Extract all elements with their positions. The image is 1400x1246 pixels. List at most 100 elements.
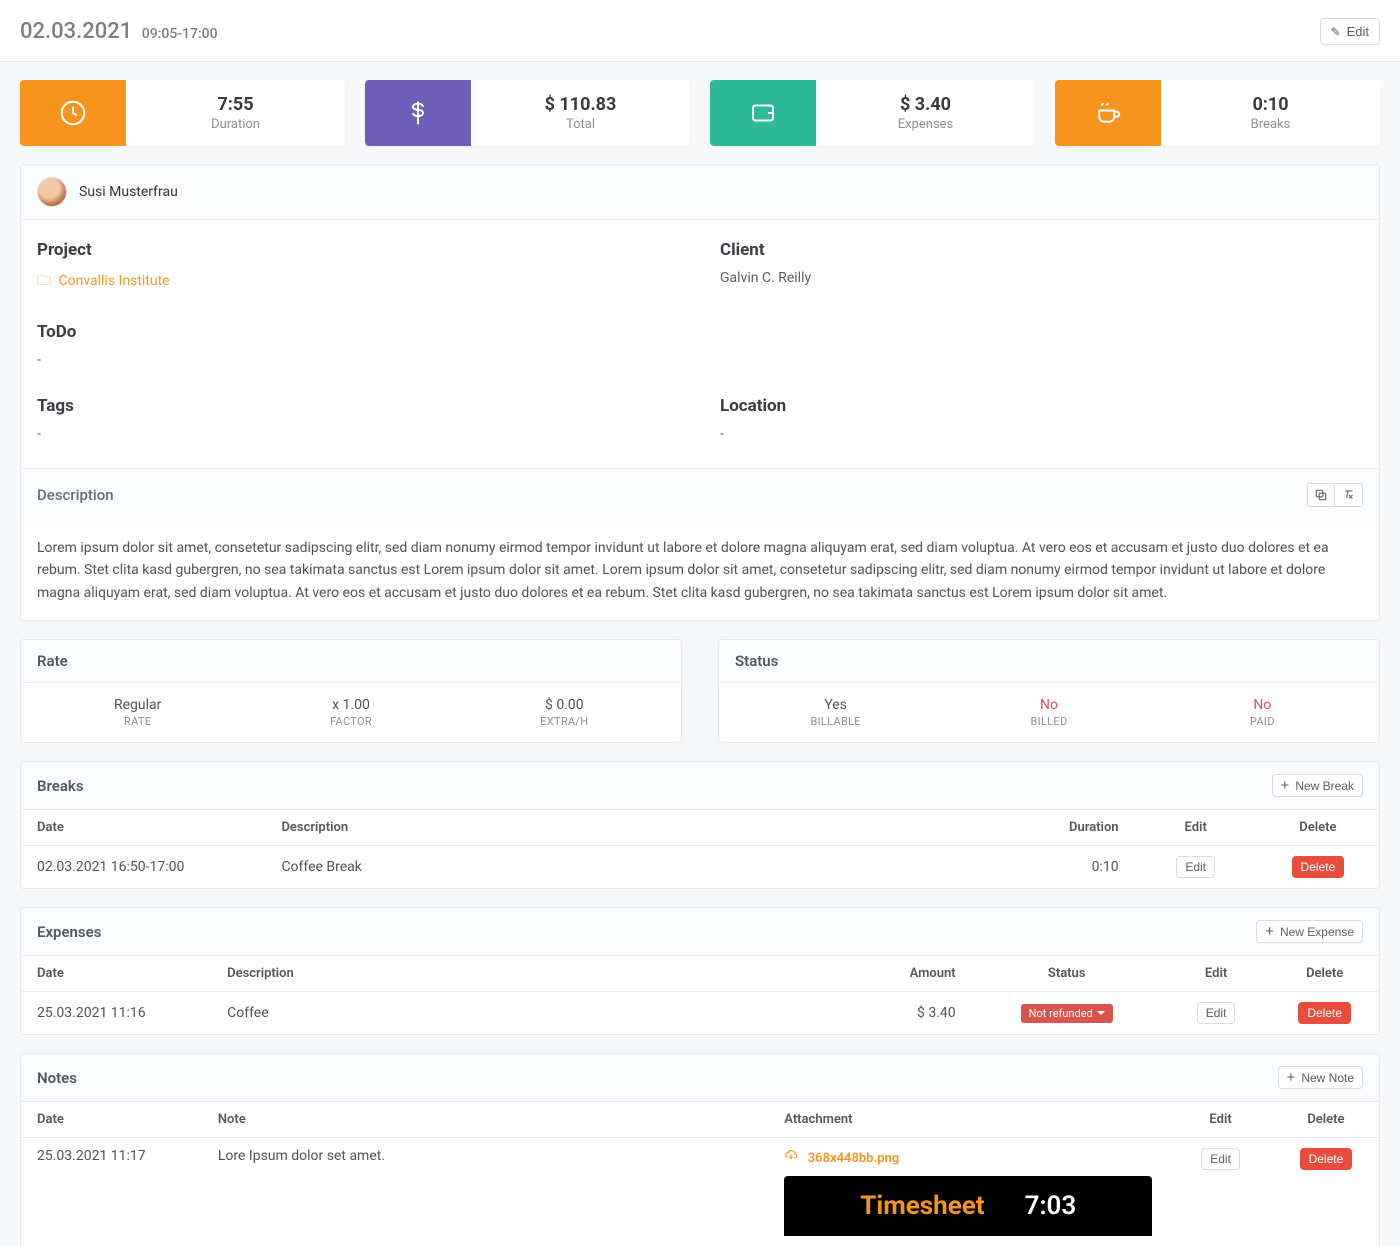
- break-dur: 0:10: [972, 846, 1135, 889]
- caret-down-icon: [1097, 1011, 1105, 1015]
- rate-regular-value: Regular: [31, 697, 244, 713]
- attachment-preview: Timesheet 7:03: [784, 1176, 1152, 1236]
- stat-expenses-label: Expenses: [898, 117, 954, 132]
- folder-icon: 🗀: [37, 273, 51, 289]
- rate-extra-value: $ 0.00: [458, 697, 671, 713]
- expenses-col-desc: Description: [211, 956, 781, 992]
- preview-text-left: Timesheet: [860, 1191, 984, 1221]
- stat-breaks: 0:10 Breaks: [1055, 80, 1380, 146]
- attachment-link[interactable]: 368x448bb.png: [808, 1151, 899, 1166]
- stat-expenses-value: $ 3.40: [900, 94, 951, 115]
- plus-icon: +: [1287, 1070, 1296, 1085]
- plus-icon: +: [1265, 924, 1274, 939]
- dollar-icon: [365, 80, 471, 146]
- rate-factor-label: FACTOR: [244, 715, 457, 728]
- breaks-label: Breaks: [37, 777, 84, 795]
- rate-regular-label: RATE: [31, 715, 244, 728]
- stat-total-value: $ 110.83: [545, 94, 617, 115]
- new-expense-button[interactable]: + New Expense: [1256, 920, 1363, 943]
- tags-value: -: [37, 426, 680, 442]
- breaks-col-date: Date: [21, 810, 265, 846]
- location-label: Location: [720, 396, 1363, 416]
- new-expense-label: New Expense: [1280, 925, 1354, 939]
- expenses-table: Date Description Amount Status Edit Dele…: [21, 956, 1379, 1034]
- edit-button-label: Edit: [1347, 24, 1369, 39]
- tags-label: Tags: [37, 396, 680, 416]
- notes-panel: Notes + New Note Date Note Attachment Ed…: [20, 1053, 1380, 1246]
- expenses-label: Expenses: [37, 923, 101, 941]
- description-text: Lorem ipsum dolor sit amet, consetetur s…: [21, 521, 1379, 620]
- tags-block: Tags -: [37, 396, 680, 442]
- table-row: 02.03.2021 16:50-17:00 Coffee Break 0:10…: [21, 846, 1379, 889]
- entry-time-range: 09:05-17:00: [142, 26, 218, 42]
- break-delete-button[interactable]: Delete: [1292, 856, 1345, 878]
- stats-row: 7:55 Duration $ 110.83 Total $ 3.40 Expe…: [0, 62, 1400, 164]
- todo-label: ToDo: [37, 322, 680, 342]
- expenses-col-date: Date: [21, 956, 211, 992]
- edit-button[interactable]: ✎ Edit: [1320, 18, 1380, 45]
- rate-label: Rate: [21, 640, 681, 683]
- expenses-col-del: Delete: [1270, 956, 1379, 992]
- location-value: -: [720, 426, 1363, 442]
- notes-col-date: Date: [21, 1102, 202, 1138]
- stat-expenses: $ 3.40 Expenses: [710, 80, 1035, 146]
- expense-status-badge[interactable]: Not refunded: [1021, 1004, 1113, 1023]
- break-edit-button[interactable]: Edit: [1176, 856, 1215, 878]
- expense-desc: Coffee: [211, 992, 781, 1035]
- stat-breaks-label: Breaks: [1251, 117, 1291, 132]
- status-billed-value: No: [942, 697, 1155, 713]
- new-break-label: New Break: [1295, 779, 1354, 793]
- todo-block: ToDo -: [37, 322, 680, 368]
- todo-value: -: [37, 352, 680, 368]
- notes-table: Date Note Attachment Edit Delete 25.03.2…: [21, 1102, 1379, 1246]
- notes-label: Notes: [37, 1069, 77, 1087]
- description-header: Description: [21, 468, 1379, 521]
- note-edit-button[interactable]: Edit: [1201, 1148, 1240, 1170]
- location-block: Location -: [720, 396, 1363, 442]
- table-row: 25.03.2021 11:17 Lore Ipsum dolor set am…: [21, 1138, 1379, 1246]
- new-note-label: New Note: [1301, 1071, 1354, 1085]
- client-value: Galvin C. Reilly: [720, 270, 1363, 286]
- stat-total: $ 110.83 Total: [365, 80, 690, 146]
- notes-col-edit: Edit: [1168, 1102, 1273, 1138]
- details-panel: Susi Musterfrau Project 🗀 Convallis Inst…: [20, 164, 1380, 621]
- cloud-download-icon: [784, 1150, 801, 1166]
- new-break-button[interactable]: + New Break: [1272, 774, 1363, 797]
- expense-edit-button[interactable]: Edit: [1197, 1002, 1236, 1024]
- coffee-icon: [1055, 80, 1161, 146]
- notes-col-note: Note: [202, 1102, 768, 1138]
- status-paid-value: No: [1156, 697, 1369, 713]
- stat-breaks-value: 0:10: [1252, 94, 1288, 115]
- expenses-col-edit: Edit: [1162, 956, 1271, 992]
- user-row: Susi Musterfrau: [21, 165, 1379, 220]
- client-block: Client Galvin C. Reilly: [720, 240, 1363, 294]
- break-desc: Coffee Break: [265, 846, 971, 889]
- stat-duration-label: Duration: [211, 117, 260, 132]
- project-link[interactable]: Convallis Institute: [58, 273, 169, 289]
- clear-format-icon[interactable]: [1335, 483, 1363, 507]
- description-label: Description: [37, 486, 114, 504]
- expenses-col-status: Status: [972, 956, 1162, 992]
- expense-delete-button[interactable]: Delete: [1298, 1002, 1351, 1024]
- wallet-icon: [710, 80, 816, 146]
- breaks-table: Date Description Duration Edit Delete 02…: [21, 810, 1379, 888]
- copy-icon[interactable]: [1307, 483, 1335, 507]
- note-delete-button[interactable]: Delete: [1300, 1148, 1353, 1170]
- top-bar: 02.03.2021 09:05-17:00 ✎ Edit: [0, 0, 1400, 62]
- breaks-col-edit: Edit: [1135, 810, 1257, 846]
- break-date: 02.03.2021 16:50-17:00: [21, 846, 265, 889]
- status-paid-label: PAID: [1156, 715, 1369, 728]
- project-block: Project 🗀 Convallis Institute: [37, 240, 680, 294]
- avatar: [37, 177, 67, 207]
- breaks-col-desc: Description: [265, 810, 971, 846]
- clock-icon: [20, 80, 126, 146]
- status-billed-label: BILLED: [942, 715, 1155, 728]
- notes-col-attach: Attachment: [768, 1102, 1168, 1138]
- note-date: 25.03.2021 11:17: [21, 1138, 202, 1246]
- status-panel: Status YesBILLABLE NoBILLED NoPAID: [718, 639, 1380, 743]
- plus-icon: +: [1281, 778, 1290, 793]
- notes-col-del: Delete: [1273, 1102, 1379, 1138]
- stat-duration: 7:55 Duration: [20, 80, 345, 146]
- new-note-button[interactable]: + New Note: [1278, 1066, 1363, 1089]
- expenses-col-amount: Amount: [782, 956, 972, 992]
